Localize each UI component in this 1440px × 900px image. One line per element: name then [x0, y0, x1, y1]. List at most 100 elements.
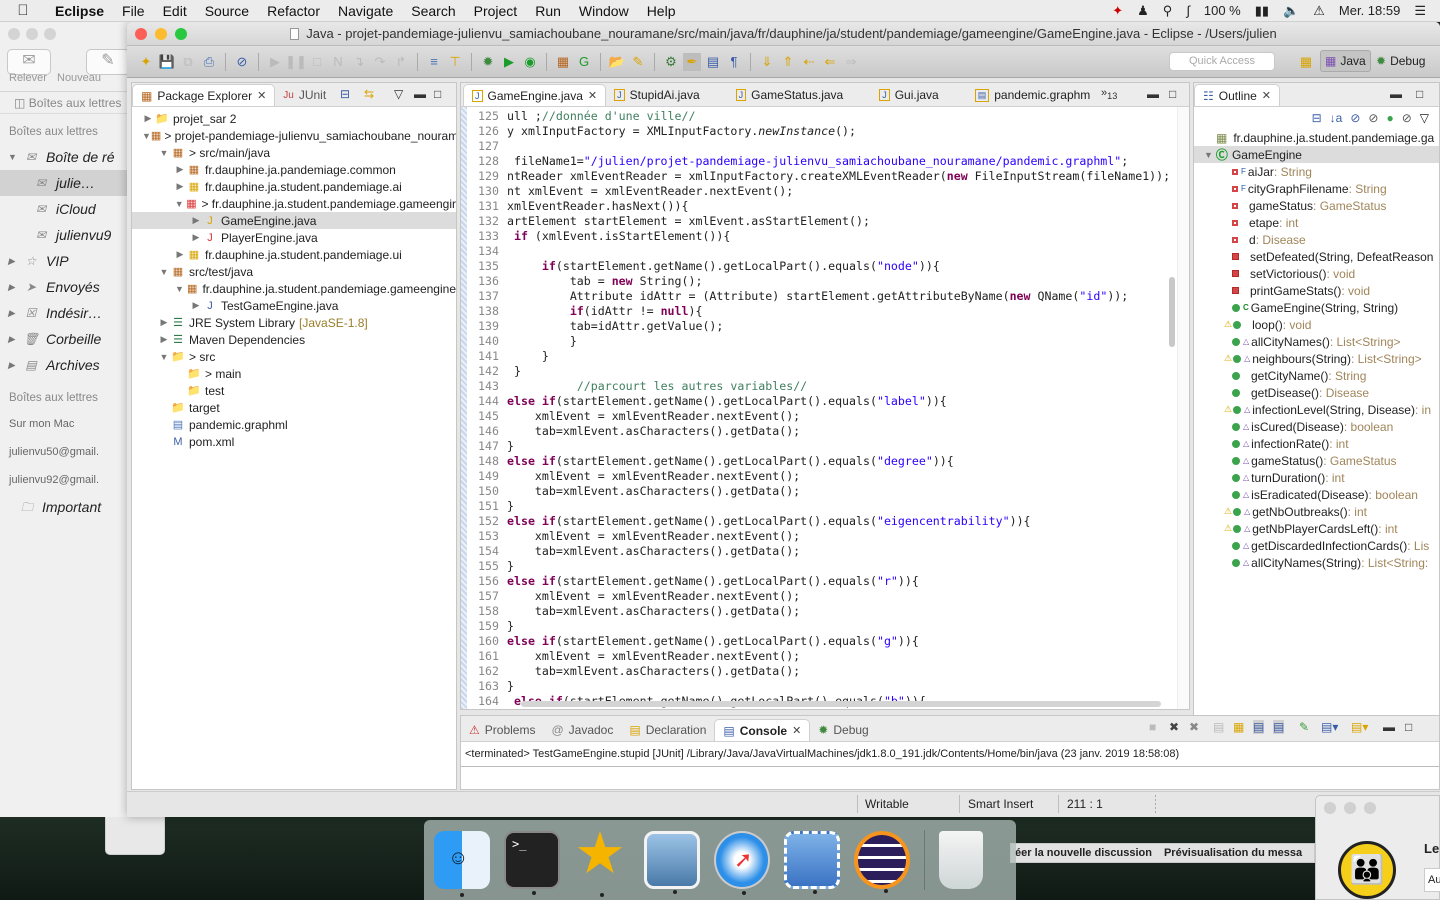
coverage-icon[interactable]: ◉: [521, 53, 539, 71]
open-task-icon[interactable]: ⚙: [662, 53, 680, 71]
twisty-closed-icon[interactable]: ▶: [190, 215, 202, 226]
tab-declaration[interactable]: ▤ Declaration: [621, 719, 714, 741]
twisty-closed-icon[interactable]: ▶: [174, 164, 186, 175]
status-app-icon[interactable]: ✦: [1112, 3, 1123, 19]
show-on-stdout-icon[interactable]: ▤: [1253, 720, 1265, 734]
twisty-open-icon[interactable]: ▼: [142, 131, 151, 141]
view-menu-icon[interactable]: ▽: [394, 87, 403, 101]
minimize-icon[interactable]: ▬: [414, 87, 426, 101]
code-line[interactable]: 127: [467, 139, 1189, 154]
overview-ruler[interactable]: [1177, 107, 1189, 709]
code-line[interactable]: 148 else if(startElement.getName().getLoc…: [467, 454, 1189, 469]
mailbox-junk[interactable]: ▶ ☒ Indésir…: [0, 300, 139, 326]
twisty-closed-icon[interactable]: ▶: [158, 317, 170, 328]
dock-preview[interactable]: [644, 831, 700, 894]
outline-member[interactable]: △ allCityNames() : List<String>: [1194, 333, 1439, 350]
tree-item[interactable]: Mpom.xml: [132, 433, 456, 450]
twisty-closed-icon[interactable]: ▶: [142, 113, 154, 124]
outline-package[interactable]: ▦ fr.dauphine.ja.student.pandemiage.ga: [1194, 129, 1439, 146]
tab-junit[interactable]: Ju JUnit: [275, 84, 334, 106]
minimize-button[interactable]: [155, 28, 167, 40]
forward-icon[interactable]: ⇒: [842, 53, 860, 71]
code-line[interactable]: 126 y xmlInputFactory = XMLInputFactory.n…: [467, 124, 1189, 139]
tree-item[interactable]: ▶ ☰ Maven Dependencies: [132, 331, 456, 348]
code-line[interactable]: 135 if(startElement.getName().getLocalPa…: [467, 259, 1189, 274]
editor-tab[interactable]: J Gui.java: [871, 84, 967, 106]
code-line[interactable]: 133 if (xmlEvent.isStartElement()){: [467, 229, 1189, 244]
code-line[interactable]: 131 xmlEventReader.hasNext()){: [467, 199, 1189, 214]
spotlight-search-icon[interactable]: ⚲: [1163, 3, 1173, 19]
outline-member[interactable]: gameStatus : GameStatus: [1194, 197, 1439, 214]
step-over-icon[interactable]: ↷: [371, 53, 389, 71]
outline-member[interactable]: △ getDiscardedInfectionCards() : Lis: [1194, 537, 1439, 554]
hide-fields-icon[interactable]: ⊘: [1350, 111, 1360, 125]
code-editor[interactable]: 125 ull ;//donnée d'une ville// 126 y xmlIn…: [461, 107, 1189, 709]
drop-to-frame-icon[interactable]: ⊤: [446, 53, 464, 71]
suspend-icon[interactable]: ❚❚: [285, 53, 307, 71]
outline-member[interactable]: △ turnDuration() : int: [1194, 469, 1439, 486]
editor-tab[interactable]: J GameStatus.java: [728, 84, 872, 106]
twisty-open-icon[interactable]: ▼: [158, 267, 170, 277]
parental-field[interactable]: Au: [1424, 868, 1440, 892]
tree-item[interactable]: ▶ ▦ fr.dauphine.ja.student.pandemiage.ui: [132, 246, 456, 263]
minimize-icon[interactable]: ▬: [1383, 720, 1395, 734]
outline-member[interactable]: setVictorious() : void: [1194, 265, 1439, 282]
account-julienvu50[interactable]: julienvu50@gmail.: [0, 438, 139, 466]
mailbox-archives[interactable]: ▶ ▤ Archives: [0, 352, 139, 378]
show-whitespace-icon[interactable]: ¶: [725, 53, 743, 71]
new-java-package-icon[interactable]: ▦: [554, 53, 572, 71]
close-button[interactable]: [135, 28, 147, 40]
editor-tab[interactable]: J StupidAi.java: [606, 84, 728, 106]
tree-item[interactable]: ▼ ▦ > fr.dauphine.ja.student.pandemiage.ga…: [132, 195, 456, 212]
remove-launch-icon[interactable]: ✖: [1169, 720, 1179, 734]
twisty-closed-icon[interactable]: ▶: [174, 249, 186, 260]
terminate-icon[interactable]: ■: [1149, 720, 1156, 734]
close-icon[interactable]: ✕: [1262, 89, 1271, 102]
minimize-icon[interactable]: ▬: [1390, 87, 1402, 101]
tab-problems[interactable]: ⚠ Problems: [461, 719, 543, 741]
menu-search[interactable]: Search: [402, 3, 464, 19]
code-line[interactable]: 140 }: [467, 334, 1189, 349]
code-line[interactable]: 147}: [467, 439, 1189, 454]
close-icon[interactable]: ✕: [792, 724, 801, 737]
create-discussion-button[interactable]: éer la nouvelle discussion: [1015, 847, 1152, 859]
on-my-mac[interactable]: Sur mon Mac: [0, 410, 139, 438]
menu-window[interactable]: Window: [570, 3, 638, 19]
status-insert-mode[interactable]: Smart Insert: [968, 797, 1033, 811]
clear-console-icon[interactable]: ▤: [1213, 720, 1224, 734]
tab-javadoc[interactable]: @ Javadoc: [543, 719, 621, 741]
tab-package-explorer[interactable]: ▦ Package Explorer ✕: [132, 84, 276, 106]
save-icon[interactable]: 💾: [158, 53, 176, 71]
perspective-java[interactable]: ▦ Java: [1320, 50, 1371, 72]
toggle-mark-occurrences-icon[interactable]: ✒: [683, 52, 701, 71]
code-line[interactable]: 136 tab = new String();: [467, 274, 1189, 289]
outline-member[interactable]: C GameEngine(String, String): [1194, 299, 1439, 316]
minimize-button[interactable]: [1344, 802, 1356, 814]
code-line[interactable]: 156 else if(startElement.getName().getLoc…: [467, 574, 1189, 589]
quick-access-input[interactable]: Quick Access: [1169, 52, 1275, 71]
tree-item[interactable]: 📁 test: [132, 382, 456, 399]
horizontal-scrollbar[interactable]: [521, 701, 1161, 707]
menu-navigate[interactable]: Navigate: [329, 3, 402, 19]
code-line[interactable]: 143 //parcourt les autres variables//: [467, 379, 1189, 394]
tree-item[interactable]: ▶ ▦ fr.dauphine.ja.pandemiage.common: [132, 161, 456, 178]
code-line[interactable]: 150 tab=xmlEvent.asCharacters().getData(…: [467, 484, 1189, 499]
code-line[interactable]: 142 }: [467, 364, 1189, 379]
code-line[interactable]: 157 xmlEvent = xmlEventReader.nextEvent(…: [467, 589, 1189, 604]
step-into-icon[interactable]: ↴: [350, 53, 368, 71]
debug-icon[interactable]: ✹: [479, 53, 497, 71]
last-edit-location-icon[interactable]: ⇠: [800, 53, 818, 71]
mailbox-vip[interactable]: ▶ ☆ VIP: [0, 248, 139, 274]
mailbox-trash[interactable]: ▶ 🗑 Corbeille: [0, 326, 139, 352]
twisty-open-icon[interactable]: ▼: [174, 199, 184, 209]
new-java-class-icon[interactable]: G: [575, 53, 593, 71]
outline-member[interactable]: FaiJar : String: [1194, 163, 1439, 180]
open-console-icon[interactable]: ▤▾: [1351, 720, 1368, 734]
collapse-all-icon[interactable]: ⊟: [1312, 111, 1322, 125]
zoom-button[interactable]: [44, 28, 56, 40]
code-line[interactable]: 151}: [467, 499, 1189, 514]
outline-class[interactable]: ▼ Ⓒ GameEngine: [1194, 146, 1439, 163]
code-line[interactable]: 163}: [467, 679, 1189, 694]
disclosure-closed-icon[interactable]: ▶: [8, 326, 16, 352]
menu-file[interactable]: File: [113, 3, 154, 19]
